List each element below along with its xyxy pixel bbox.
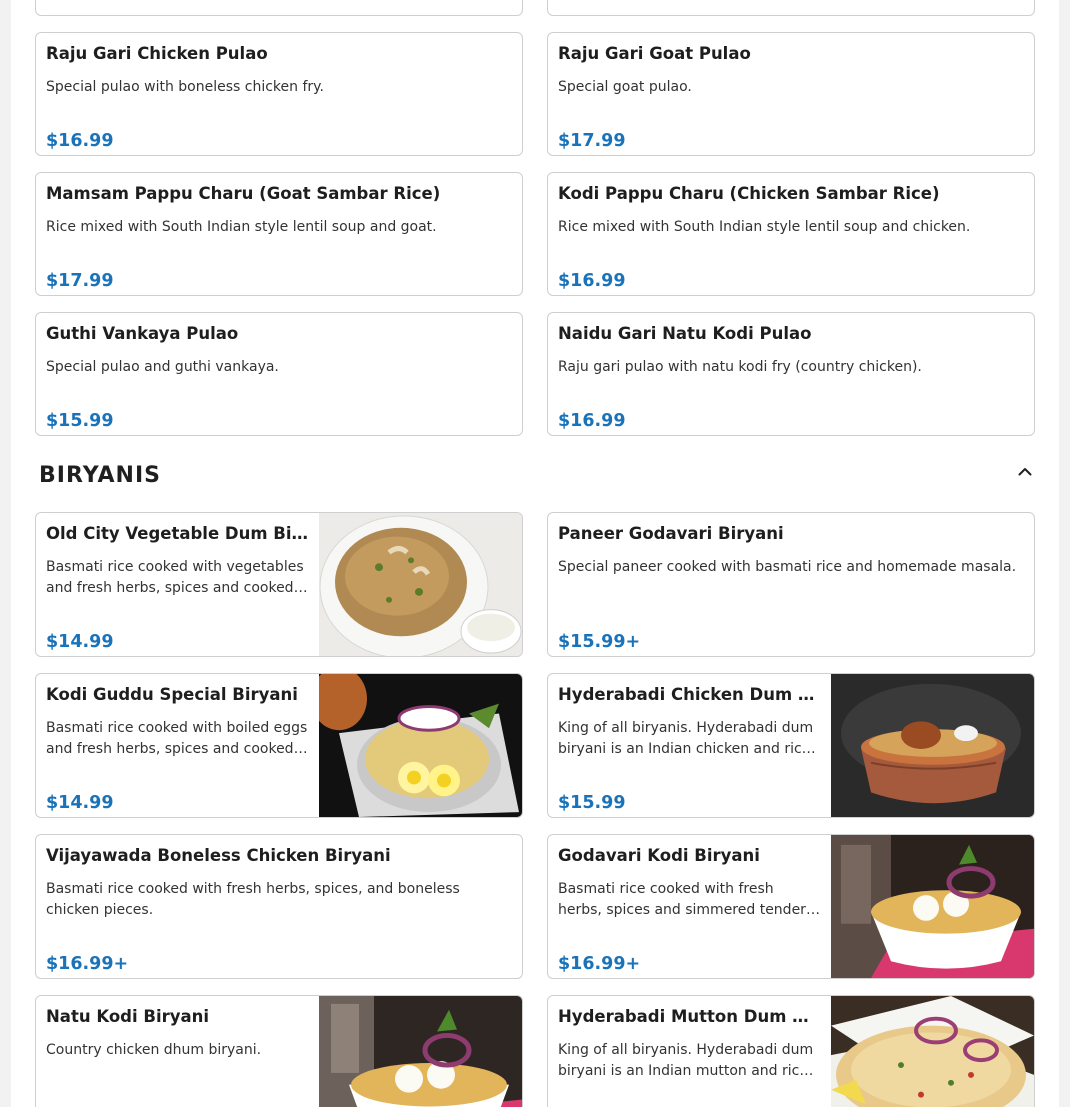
item-name: Paneer Godavari Biryani [558,524,784,543]
collapse-section-button[interactable] [1013,459,1037,483]
menu-item-card[interactable]: Old City Vegetable Dum Biryani Basmati r… [35,512,523,657]
menu-item-card-partial[interactable] [547,0,1035,16]
item-price: $14.99 [46,632,114,652]
item-price: $14.99 [46,793,114,813]
item-name: Kodi Pappu Charu (Chicken Sambar Rice) [558,184,940,203]
item-name: Godavari Kodi Biryani [558,846,760,865]
item-photo [831,996,1034,1107]
menu-item-card[interactable]: Kodi Guddu Special Biryani Basmati rice … [35,673,523,818]
item-description: Special pulao with boneless chicken fry. [46,79,324,95]
menu-item-card[interactable]: Hyderabadi Chicken Dum Biryani King of a… [547,673,1035,818]
item-price: $16.99 [46,131,114,151]
menu-item-card[interactable]: Mamsam Pappu Charu (Goat Sambar Rice) Ri… [35,172,523,296]
item-name: Hyderabadi Chicken Dum Biryani [558,685,820,704]
item-description: Basmati rice cooked with fresh herbs, sp… [558,881,806,918]
item-price: $16.99+ [558,954,641,974]
menu-item-card[interactable]: Godavari Kodi Biryani Basmati rice cooke… [547,834,1035,979]
item-photo [319,674,522,817]
menu-item-card[interactable]: Natu Kodi Biryani Country chicken dhum b… [35,995,523,1107]
item-name: Guthi Vankaya Pulao [46,324,239,343]
item-description: Rice mixed with South Indian style lenti… [558,219,971,235]
menu-item-card[interactable]: Naidu Gari Natu Kodi Pulao Raju gari pul… [547,312,1035,436]
item-price: $16.99+ [46,954,129,974]
item-description: Rice mixed with South Indian style lenti… [46,219,437,235]
menu-item-card[interactable]: Guthi Vankaya Pulao Special pulao and gu… [35,312,523,436]
menu-item-card[interactable]: Raju Gari Chicken Pulao Special pulao wi… [35,32,523,156]
item-price: $15.99 [558,793,626,813]
section-title: BIRYANIS [39,463,161,488]
item-photo [319,513,522,656]
item-description: Special goat pulao. [558,79,692,95]
menu-item-card[interactable]: Paneer Godavari Biryani Special paneer c… [547,512,1035,657]
item-price: $17.99 [46,271,114,291]
item-description: King of all biryanis. Hyderabadi dum bir… [558,1042,814,1079]
item-description: King of all biryanis. Hyderabadi dum bir… [558,720,814,757]
item-price: $16.99 [558,411,626,431]
menu-item-card-partial[interactable] [35,0,523,16]
item-name: Mamsam Pappu Charu (Goat Sambar Rice) [46,184,441,203]
item-name: Raju Gari Chicken Pulao [46,44,268,63]
item-description: Special paneer cooked with basmati rice … [558,559,1017,575]
item-price: $17.99 [558,131,626,151]
menu-item-card[interactable]: Kodi Pappu Charu (Chicken Sambar Rice) R… [547,172,1035,296]
item-photo [831,835,1034,978]
menu-item-card[interactable]: Raju Gari Goat Pulao Special goat pulao.… [547,32,1035,156]
item-description: Raju gari pulao with natu kodi fry (coun… [558,359,922,375]
item-price: $16.99 [558,271,626,291]
item-description: Basmati rice cooked with fresh herbs, sp… [46,881,460,918]
item-name: Naidu Gari Natu Kodi Pulao [558,324,812,343]
item-description: Country chicken dhum biryani. [46,1042,262,1058]
item-description: Special pulao and guthi vankaya. [46,359,279,375]
item-photo [319,996,522,1107]
menu-item-card[interactable]: Hyderabadi Mutton Dum Biryani King of al… [547,995,1035,1107]
item-name: Old City Vegetable Dum Biryani [46,524,308,543]
item-price: $15.99+ [558,632,641,652]
item-photo [831,674,1034,817]
item-price: $15.99 [46,411,114,431]
menu-item-card[interactable]: Vijayawada Boneless Chicken Biryani Basm… [35,834,523,979]
chevron-up-icon [1018,467,1032,475]
item-name: Kodi Guddu Special Biryani [46,685,298,704]
item-name: Vijayawada Boneless Chicken Biryani [46,846,391,865]
item-name: Natu Kodi Biryani [46,1007,210,1026]
item-name: Hyderabadi Mutton Dum Biryani [558,1007,820,1026]
item-description: Basmati rice cooked with vegetables and … [46,559,304,596]
item-name: Raju Gari Goat Pulao [558,44,751,63]
item-description: Basmati rice cooked with boiled eggs and… [46,720,308,757]
